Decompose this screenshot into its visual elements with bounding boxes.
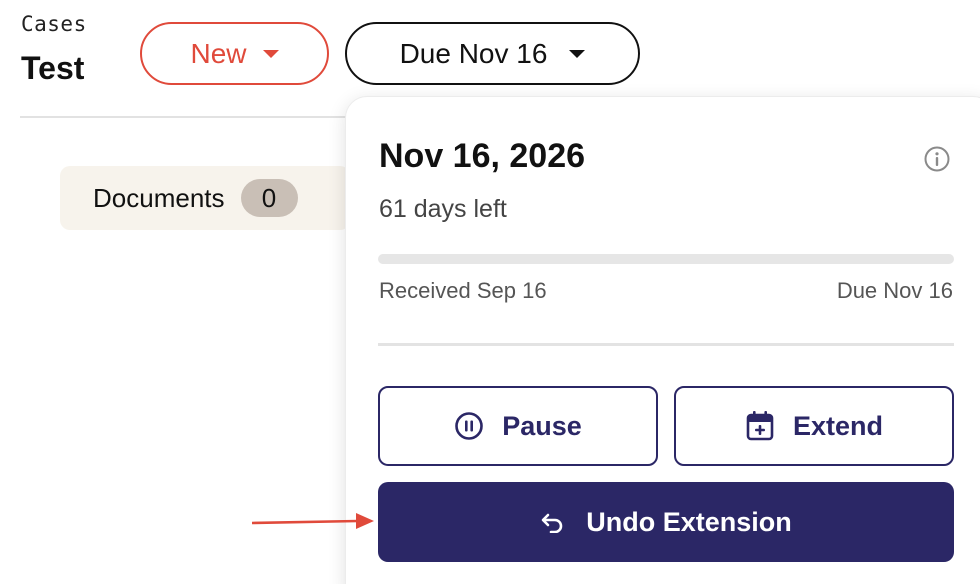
documents-count-badge: 0 [240, 179, 298, 217]
due-date-popover: Nov 16, 2026 61 days left Received Sep 1… [345, 96, 980, 584]
page-title: Test [21, 50, 85, 86]
days-left-text: 61 days left [379, 195, 507, 223]
status-dropdown-button[interactable]: New [140, 22, 329, 85]
tab-documents-label: Documents [93, 182, 225, 213]
status-label: New [190, 37, 247, 69]
extend-button-label: Extend [792, 410, 884, 441]
pause-button-label: Pause [502, 410, 582, 441]
tab-documents[interactable]: Documents 0 [60, 166, 350, 230]
deadline-progress-bar [378, 254, 954, 264]
undo-extension-button[interactable]: Undo Extension [378, 482, 954, 562]
popover-divider [378, 343, 954, 346]
extend-button[interactable]: Extend [674, 386, 954, 466]
chevron-down-icon [262, 49, 279, 58]
chevron-down-icon [569, 49, 586, 58]
due-date-label: Due Nov 16 [399, 37, 548, 69]
header-divider [20, 116, 350, 118]
undo-icon [540, 511, 566, 533]
due-date-end-label: Due Nov 16 [836, 278, 953, 303]
pause-icon [454, 411, 484, 441]
info-icon[interactable] [923, 145, 951, 173]
breadcrumb[interactable]: Cases [21, 12, 87, 36]
pause-button[interactable]: Pause [378, 386, 658, 466]
received-date-label: Received Sep 16 [379, 278, 547, 303]
undo-extension-label: Undo Extension [586, 506, 792, 537]
due-date-dropdown-button[interactable]: Due Nov 16 [345, 22, 640, 85]
popover-date: Nov 16, 2026 [379, 137, 586, 175]
calendar-plus-icon [745, 410, 775, 442]
annotation-arrow [252, 510, 376, 534]
